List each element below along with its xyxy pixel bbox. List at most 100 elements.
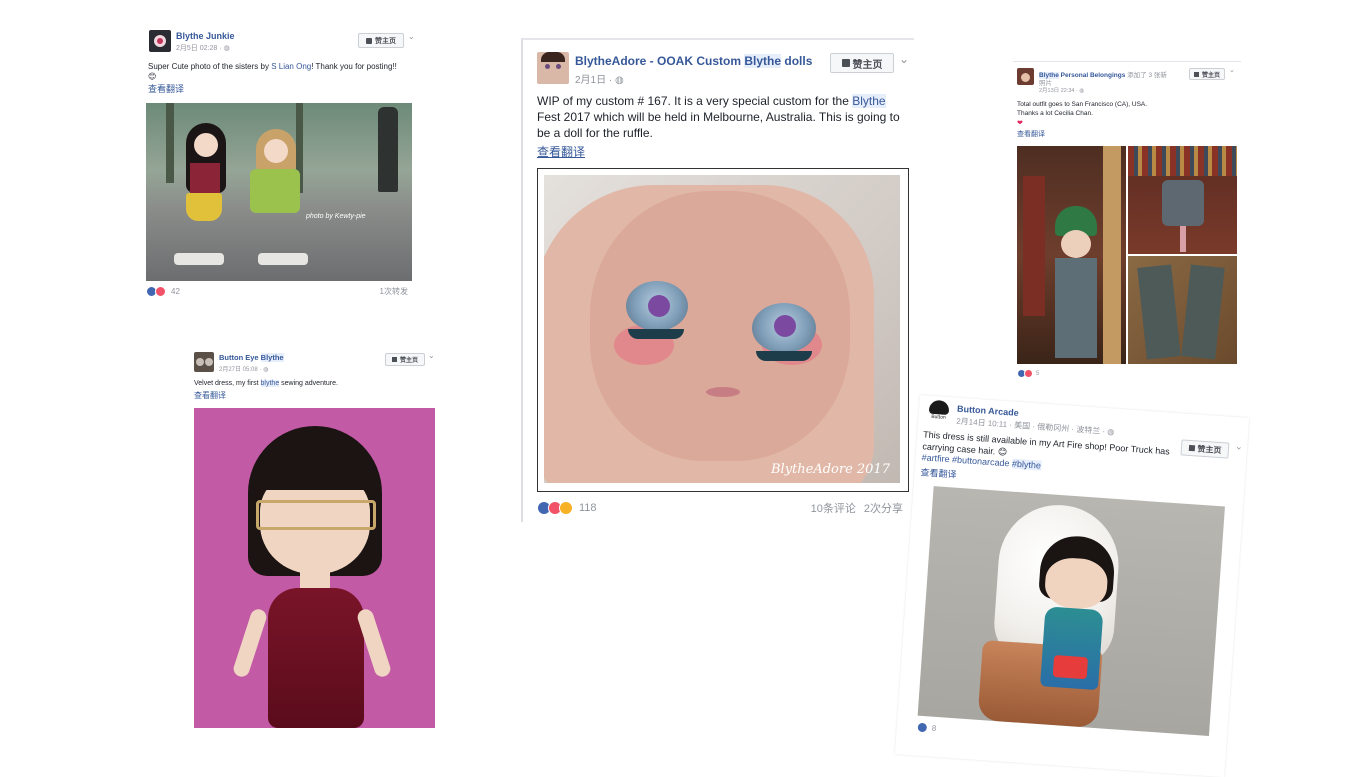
post-timestamp[interactable]: 2月13日 22:34 · ◍	[1039, 86, 1084, 94]
reaction-count[interactable]: 42	[171, 287, 180, 296]
post-text-part: This dress is still available in my Art …	[922, 429, 1171, 457]
timestamp-text: 2月27日 05:08 ·	[219, 367, 264, 373]
chevron-down-icon[interactable]: ⌄	[1235, 441, 1243, 452]
chevron-down-icon[interactable]: ⌄	[1229, 66, 1235, 74]
see-translation-link[interactable]: 查看翻译	[1017, 130, 1045, 139]
post-text-line: Thanks a lot Cecilia Chan.	[1017, 110, 1093, 117]
post-photo[interactable]: BlytheAdore 2017	[537, 168, 909, 492]
post-text: Super Cute photo of the sisters by S Lia…	[148, 62, 414, 83]
post-photo-2[interactable]	[1128, 146, 1237, 254]
chevron-down-icon[interactable]: ⌄	[899, 52, 909, 66]
like-page-label: 赞主页	[399, 358, 418, 364]
doll-face	[1061, 230, 1091, 258]
post-text: WIP of my custom # 167. It is a very spe…	[537, 94, 907, 142]
lashes-right	[756, 351, 812, 361]
see-translation-link[interactable]: 查看翻译	[148, 84, 184, 96]
page-name[interactable]: Blythe Personal Belongings 添加了 3 张新	[1039, 69, 1167, 79]
roller-skates	[258, 253, 308, 265]
page-avatar[interactable]: Button	[926, 397, 952, 424]
comment-count[interactable]: 10条评论	[811, 500, 856, 516]
post-timestamp[interactable]: 2月5日 02:28 · ◍	[176, 43, 230, 53]
post-text-part: ! Thank you for posting!!	[311, 62, 397, 71]
glasses	[256, 500, 376, 530]
bookshelf	[1023, 176, 1045, 316]
globe-icon: ◍	[1107, 427, 1115, 437]
see-translation-link[interactable]: 查看翻译	[920, 467, 957, 481]
jacket	[1162, 180, 1204, 226]
like-page-button[interactable]: 赞主页	[830, 53, 894, 73]
timestamp-text: 2月1日 ·	[575, 75, 616, 86]
post-timestamp[interactable]: 2月27日 05:08 · ◍	[219, 364, 268, 373]
hashtag-blythe-link[interactable]: #blythe	[1011, 458, 1042, 471]
post-text-part: blythe	[260, 380, 280, 387]
doll-arm-left	[231, 607, 269, 679]
page-avatar[interactable]	[1017, 68, 1034, 85]
thumbs-up-icon	[391, 357, 397, 362]
post-text-part: sewing adventure.	[279, 380, 338, 387]
lashes-left	[628, 329, 684, 339]
post-photo[interactable]: photo by Kewty-pie	[146, 103, 412, 281]
timestamp-text: 2月5日 02:28 ·	[176, 45, 224, 52]
page-name[interactable]: BlytheAdore - OOAK Custom Blythe dolls	[575, 54, 812, 68]
photo-watermark: photo by Kewty-pie	[306, 213, 366, 220]
like-page-button[interactable]: 赞主页	[1189, 68, 1225, 80]
post-text: Velvet dress, my first blythe sewing adv…	[194, 379, 338, 388]
post-photo[interactable]	[194, 408, 435, 728]
post-footer: 5	[1017, 369, 1039, 378]
post-photo[interactable]	[917, 486, 1225, 736]
post-blytheadore: BlytheAdore - OOAK Custom Blythe dolls 2…	[521, 38, 914, 522]
reaction-count[interactable]: 8	[931, 724, 936, 733]
page-name-part: Blythe	[260, 353, 284, 362]
like-page-label: 赞主页	[375, 37, 396, 45]
chevron-down-icon[interactable]: ⌄	[428, 351, 435, 360]
post-timestamp[interactable]: 2月1日 · ◍	[575, 71, 624, 86]
page-name[interactable]: Button Eye Blythe	[219, 353, 284, 362]
doll-lips	[706, 387, 740, 397]
post-footer: 8	[916, 721, 937, 734]
post-text-part: WIP of my custom # 167. It is a very spe…	[537, 94, 853, 108]
like-page-label: 赞主页	[852, 59, 883, 71]
eye-flower-right	[774, 315, 796, 337]
like-page-button[interactable]: 赞主页	[385, 353, 425, 366]
share-count[interactable]: 1次转发	[380, 286, 408, 297]
like-page-button[interactable]: 赞主页	[358, 33, 404, 48]
post-text-part: Blythe	[852, 94, 886, 108]
post-footer: 118 10条评论 2次分享	[537, 500, 903, 516]
smile-emoji-icon: 😊	[148, 72, 157, 82]
tagged-user-link[interactable]: S Lian Ong	[271, 62, 311, 71]
person-silhouette	[378, 107, 398, 192]
thumbs-up-icon	[366, 37, 372, 44]
like-page-button[interactable]: 赞主页	[1180, 439, 1230, 459]
post-photo-1[interactable]	[1017, 146, 1126, 364]
jeans-left	[1137, 264, 1181, 360]
page-name[interactable]: Blythe Junkie	[176, 31, 235, 41]
added-photos-text: 添加了 3 张新	[1127, 72, 1167, 79]
post-text-part: Fest 2017 which will be held in Melbourn…	[537, 109, 900, 140]
page-avatar[interactable]	[194, 352, 214, 372]
see-translation-link[interactable]: 查看翻译	[537, 145, 585, 161]
post-text: This dress is still available in my Art …	[921, 429, 1181, 482]
avatar-label: Button	[931, 413, 946, 421]
dress-pocket	[1052, 654, 1089, 680]
reaction-count[interactable]: 118	[579, 502, 597, 514]
post-photo-3[interactable]	[1128, 256, 1237, 364]
post-blythe-junkie: Blythe Junkie 2月5日 02:28 · ◍ 赞主页 ⌄ Super…	[144, 24, 418, 304]
chevron-down-icon[interactable]: ⌄	[408, 32, 415, 41]
page-name-part: Blythe	[744, 54, 782, 68]
eye-flower-left	[648, 295, 670, 317]
velvet-dress	[268, 588, 364, 728]
page-avatar[interactable]	[149, 30, 171, 52]
page-avatar[interactable]	[537, 52, 569, 84]
wood-post	[1103, 146, 1121, 364]
like-reaction-icon	[916, 721, 929, 734]
post-personal-belongings: Blythe Personal Belongings 添加了 3 张新 照片 2…	[1013, 61, 1241, 381]
photo-inner: BlytheAdore 2017	[544, 175, 900, 483]
see-translation-link[interactable]: 查看翻译	[194, 391, 226, 401]
doll-face	[264, 139, 288, 163]
reaction-count[interactable]: 5	[1036, 371, 1039, 377]
roller-skates	[174, 253, 224, 265]
thumbs-up-icon	[1188, 444, 1195, 452]
tree-trunks	[166, 103, 174, 183]
page-name-part: BlytheAdore - OOAK Custom	[575, 54, 745, 68]
share-count[interactable]: 2次分享	[864, 500, 903, 516]
